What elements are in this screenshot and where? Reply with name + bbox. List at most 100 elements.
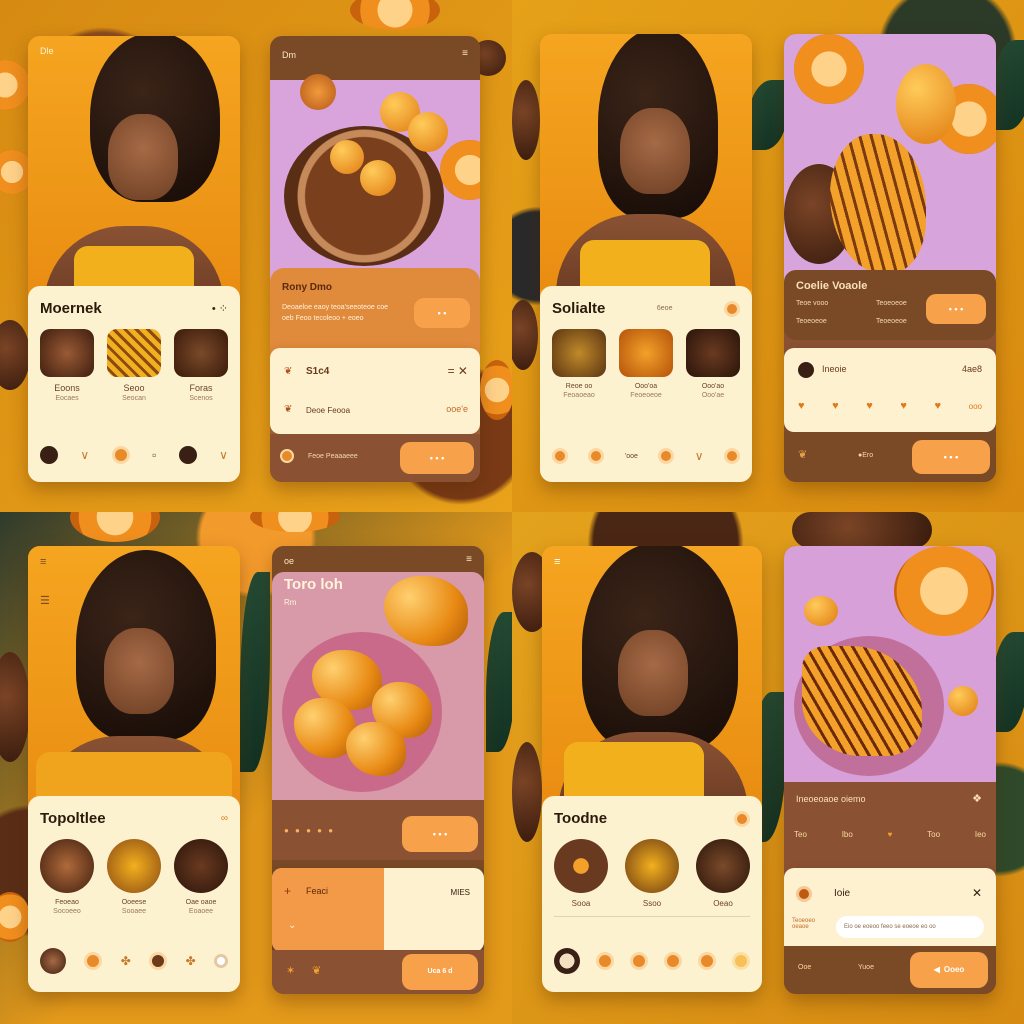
category-label: Ooeese <box>121 899 147 906</box>
chat-icon[interactable] <box>149 952 168 970</box>
leaf-icon[interactable]: ❦ <box>312 964 321 977</box>
category-thumb[interactable] <box>696 839 750 893</box>
checkout-button[interactable]: Uca 6 d <box>402 954 478 990</box>
note-input[interactable]: Eio oe eoeoo feeo se eoeoe eo oo <box>836 916 984 938</box>
heart-icon[interactable]: ♥ <box>935 400 942 412</box>
food-card-header: Dm ≡ <box>270 36 480 80</box>
profile-icon[interactable] <box>724 448 740 464</box>
chevron-down-icon[interactable]: ∨ <box>695 450 704 462</box>
close-icon[interactable]: ✕ <box>972 886 982 900</box>
heart-icon[interactable]: ♥ <box>798 400 805 412</box>
home-icon[interactable] <box>84 952 103 970</box>
category-thumb[interactable] <box>554 839 608 893</box>
category-sublabel: Sooaee <box>121 908 147 915</box>
category-thumb[interactable] <box>107 329 161 377</box>
home-icon[interactable] <box>596 952 614 970</box>
add-button[interactable]: • • • <box>912 440 990 474</box>
star-icon[interactable]: ✶ <box>286 964 295 977</box>
heart-icon[interactable] <box>658 448 675 464</box>
row-controls[interactable]: = ✕ <box>448 364 468 378</box>
category-thumb[interactable] <box>174 839 228 893</box>
category-thumb[interactable] <box>40 329 94 377</box>
category-thumb[interactable] <box>686 329 740 377</box>
more-button[interactable]: • • • <box>926 294 986 324</box>
menu-icon[interactable]: ≡ <box>554 556 560 568</box>
category-sublabel: Eoaoee <box>188 908 214 915</box>
rating-hearts[interactable]: ♥ ♥ ♥ ♥ ♥ ooo <box>798 400 982 412</box>
add-icon[interactable]: + <box>284 884 291 898</box>
avatar-icon[interactable] <box>40 948 66 974</box>
category-sublabel: Feoeoeoe <box>630 392 662 399</box>
menu-icon[interactable]: ≡ <box>40 556 46 568</box>
home-icon[interactable] <box>552 448 568 464</box>
review-score: 4ae8 <box>961 364 982 374</box>
heart-icon[interactable]: ♥ <box>888 830 893 839</box>
search-icon[interactable] <box>630 952 648 970</box>
home-icon[interactable] <box>111 446 130 464</box>
quadrant-top-right: Solialte 6eoe Reoe oo Ooo'oa Ooo'ao Feoa… <box>512 0 1024 512</box>
category-label: Sooa <box>571 899 591 908</box>
leaf-icon[interactable]: ✤ <box>121 955 131 967</box>
heart-icon[interactable]: ♥ <box>866 400 873 412</box>
more-button[interactable]: • • <box>414 298 470 328</box>
status-dot[interactable] <box>734 810 750 827</box>
menu-icon[interactable]: ≡ <box>462 48 468 59</box>
stack-icon[interactable]: ☰ <box>40 594 50 607</box>
heart-icon[interactable]: ♥ <box>832 400 839 412</box>
heart-icon[interactable] <box>698 952 716 970</box>
profile-card: ≡ Toodne Sooa Ssoo Oeao <box>542 546 762 992</box>
category-thumbnails <box>40 839 228 893</box>
settings-icon[interactable] <box>214 954 228 968</box>
food-card: Coelie Voaole Teoe vooo Teoeoeoe Teoeoeo… <box>784 34 996 482</box>
food-description: Deoaeloe eaoy teoa'seeoteoe coe oeb Feoo… <box>282 304 389 322</box>
chevron-down-icon[interactable]: ∨ <box>80 449 89 461</box>
portrait-photo <box>540 34 752 304</box>
note-caption: Teoeoeo oeaoe <box>792 918 816 930</box>
category-thumb[interactable] <box>625 839 679 893</box>
more-button[interactable]: • • • <box>402 816 478 852</box>
cart-icon[interactable] <box>664 952 682 970</box>
stat-label: Too <box>927 830 941 839</box>
avatar-icon[interactable] <box>40 446 58 464</box>
order-label: Feaci <box>306 886 329 896</box>
category-thumb[interactable] <box>107 839 161 893</box>
stat-label: Ibo <box>841 830 853 839</box>
food-title: Toro loh <box>284 576 343 593</box>
category-thumb[interactable] <box>552 329 606 377</box>
nav-label[interactable]: Ooe <box>798 964 811 971</box>
orange-slice-decor <box>350 0 440 30</box>
menu-icon[interactable]: ≡ <box>466 554 472 565</box>
orange-slice-decor <box>894 546 994 636</box>
cocoa-decor <box>792 512 932 548</box>
nav-label[interactable]: Yuoe <box>858 964 874 971</box>
chat-icon[interactable] <box>588 448 605 464</box>
add-button[interactable]: • • • <box>400 442 474 474</box>
profile-icon[interactable] <box>732 952 750 970</box>
category-thumb[interactable] <box>40 839 94 893</box>
chevron-down-icon[interactable]: ⌄ <box>288 920 296 931</box>
bookmark-icon[interactable]: ❖ <box>972 792 982 805</box>
category-thumb[interactable] <box>174 329 228 377</box>
profile-panel: Topoltlee ∞ Feoeao Ooeese Oae oaoe Socoe… <box>28 796 240 992</box>
cocoa-decor <box>512 80 540 160</box>
leaf-decor <box>240 572 270 772</box>
collage: Dle Moernek • ⁘ Eoons Seoo Foras Eocaes … <box>0 0 1024 1024</box>
profile-icon[interactable] <box>178 446 197 464</box>
leaf-icon[interactable]: ✤ <box>186 955 196 967</box>
category-label: Oeao <box>713 899 733 908</box>
link-icon[interactable]: ∞ <box>221 813 228 824</box>
category-thumb[interactable] <box>619 329 673 377</box>
leaf-decor <box>992 40 1024 130</box>
order-button[interactable]: ◀ Ooeo <box>910 952 988 988</box>
portrait-photo <box>28 546 240 826</box>
note-title: Ioie <box>834 888 851 899</box>
status-dot[interactable] <box>724 300 740 317</box>
category-sublabel: Seocan <box>122 395 146 402</box>
avatar-icon[interactable] <box>554 948 580 974</box>
food-subtitle: Rm <box>284 598 297 607</box>
profile-panel: Solialte 6eoe Reoe oo Ooo'oa Ooo'ao Feoa… <box>540 286 752 482</box>
more-options-icon[interactable]: • ⁘ <box>212 302 228 315</box>
square-icon[interactable]: ▫ <box>152 449 156 461</box>
heart-icon[interactable]: ♥ <box>900 400 907 412</box>
chevron-down-icon[interactable]: ∨ <box>219 449 228 461</box>
